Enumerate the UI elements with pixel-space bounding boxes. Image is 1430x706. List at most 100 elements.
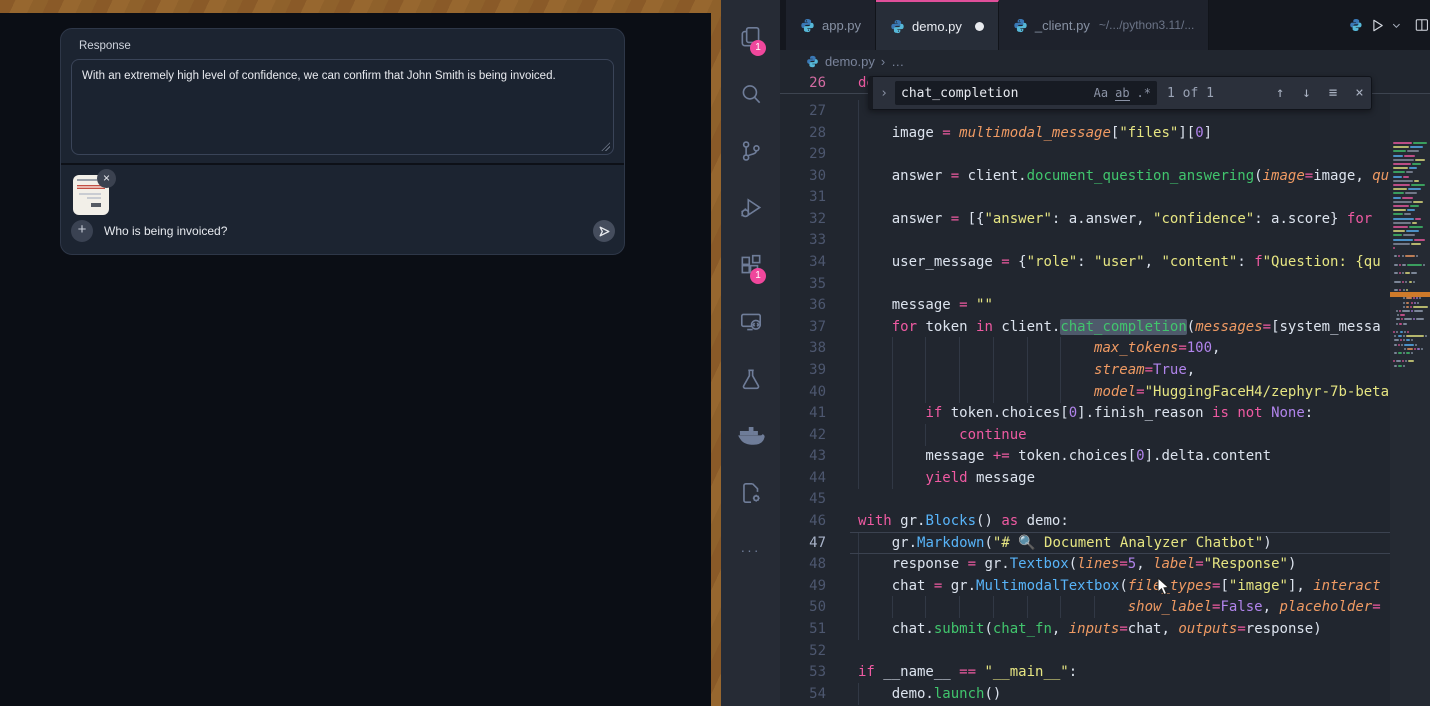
code-line[interactable]: 52 [780, 640, 1430, 662]
code-line[interactable]: 49 chat = gr.MultimodalTextbox(file_type… [780, 575, 1430, 597]
line-number[interactable]: 39 [780, 359, 826, 381]
line-number[interactable]: 51 [780, 618, 826, 640]
line-number[interactable]: 53 [780, 661, 826, 683]
sidebar-item-extensions[interactable]: 1 [721, 236, 780, 293]
code-line[interactable]: 43 message += token.choices[0].delta.con… [780, 445, 1430, 467]
code-line[interactable]: 38 max_tokens=100, [780, 337, 1430, 359]
sidebar-item-docker[interactable] [721, 407, 780, 464]
line-number[interactable]: 31 [780, 186, 826, 208]
line-number[interactable]: 50 [780, 596, 826, 618]
line-number[interactable]: 27 [780, 100, 826, 122]
account-button[interactable] [721, 682, 780, 706]
minimap[interactable] [1390, 72, 1430, 706]
line-number[interactable]: 36 [780, 294, 826, 316]
code-line[interactable]: 48 response = gr.Textbox(lines=5, label=… [780, 553, 1430, 575]
line-number[interactable]: 30 [780, 165, 826, 187]
minimap-line [1413, 297, 1415, 299]
tab-demo-py[interactable]: demo.py [876, 0, 999, 50]
code-token: : [1069, 664, 1077, 680]
find-next-button[interactable]: ↓ [1302, 85, 1310, 101]
find-input[interactable]: chat_completion Aa ab .* [895, 81, 1157, 105]
code-line[interactable]: 42 continue [780, 424, 1430, 446]
code-editor[interactable]: 26def › chat_completion Aa ab .* 1 of 1 … [780, 72, 1430, 706]
code-line[interactable]: 40 model="HuggingFaceH4/zephyr-7b-beta [780, 381, 1430, 403]
chat-input[interactable]: Who is being invoiced? [104, 224, 227, 238]
code-line[interactable]: 46with gr.Blocks() as demo: [780, 510, 1430, 532]
minimap-line [1404, 213, 1411, 215]
code-line[interactable]: 41 if token.choices[0].finish_reason is … [780, 402, 1430, 424]
code-line[interactable]: 39 stream=True, [780, 359, 1430, 381]
line-number[interactable]: 34 [780, 251, 826, 273]
code-line[interactable]: 37 for token in client.chat_completion(m… [780, 316, 1430, 338]
remove-attachment-button[interactable]: × [97, 169, 116, 188]
code-line[interactable]: 31 [780, 186, 1430, 208]
run-button[interactable] [1369, 17, 1386, 34]
minimap-line [1403, 323, 1407, 325]
sidebar-item-explorer[interactable]: 1 [721, 8, 780, 65]
code-line[interactable]: 51 chat.submit(chat_fn, inputs=chat, out… [780, 618, 1430, 640]
tab-client-py[interactable]: _client.py ~/.../python3.11/... [999, 0, 1209, 50]
split-editor-button[interactable] [1414, 17, 1430, 33]
sidebar-item-testing[interactable] [721, 350, 780, 407]
sidebar-item-make-tools[interactable] [721, 464, 780, 521]
send-button[interactable] [593, 220, 615, 242]
line-number[interactable]: 47 [780, 532, 826, 554]
code-line[interactable]: 33 [780, 229, 1430, 251]
find-expand-chevron-icon[interactable]: › [873, 86, 895, 101]
line-number[interactable]: 52 [780, 640, 826, 662]
line-number[interactable]: 26 [780, 72, 826, 94]
match-case-button[interactable]: Aa [1094, 86, 1108, 100]
line-number[interactable]: 28 [780, 122, 826, 144]
breadcrumb[interactable]: demo.py › … [780, 50, 1430, 72]
regex-button[interactable]: .* [1137, 86, 1151, 100]
whole-word-button[interactable]: ab [1115, 86, 1129, 101]
response-textarea[interactable]: With an extremely high level of confiden… [71, 59, 614, 155]
line-number[interactable]: 48 [780, 553, 826, 575]
line-number[interactable]: 41 [780, 402, 826, 424]
line-number[interactable]: 38 [780, 337, 826, 359]
code-line[interactable]: 32 answer = [{"answer": a.answer, "confi… [780, 208, 1430, 230]
code-line[interactable]: 50 show_label=False, placeholder= [780, 596, 1430, 618]
code-line[interactable]: 44 yield message [780, 467, 1430, 489]
code-line[interactable]: 35 [780, 273, 1430, 295]
code-line[interactable]: 34 user_message = {"role": "user", "cont… [780, 251, 1430, 273]
code-line[interactable]: 54 demo.launch() [780, 683, 1430, 705]
run-dropdown-chevron-icon[interactable] [1391, 20, 1402, 31]
code-line[interactable]: 30 answer = client.document_question_ans… [780, 165, 1430, 187]
add-file-button[interactable]: + [71, 220, 93, 242]
line-number[interactable]: 44 [780, 467, 826, 489]
line-number[interactable]: 29 [780, 143, 826, 165]
code-text: for token in client.chat_completion(mess… [858, 316, 1381, 338]
resize-handle-icon[interactable] [601, 142, 610, 151]
find-previous-button[interactable]: ↑ [1276, 85, 1284, 101]
line-number[interactable]: 54 [780, 683, 826, 705]
code-line[interactable]: 47 gr.Markdown("# 🔍 Document Analyzer Ch… [780, 532, 1430, 554]
code-line[interactable]: 53if __name__ == "__main__": [780, 661, 1430, 683]
line-number[interactable]: 37 [780, 316, 826, 338]
line-number[interactable]: 33 [780, 229, 826, 251]
code-text: user_message = {"role": "user", "content… [858, 251, 1381, 273]
code-line[interactable]: 45 [780, 488, 1430, 510]
sidebar-item-source-control[interactable] [721, 122, 780, 179]
find-in-selection-button[interactable]: ≡ [1329, 85, 1337, 101]
line-number[interactable]: 49 [780, 575, 826, 597]
code-line[interactable]: 36 message = "" [780, 294, 1430, 316]
line-number[interactable]: 42 [780, 424, 826, 446]
more-views-button[interactable]: ··· [721, 521, 780, 578]
sidebar-item-run-debug[interactable] [721, 179, 780, 236]
breadcrumb-more[interactable]: … [891, 54, 904, 69]
sidebar-item-search[interactable] [721, 65, 780, 122]
line-number[interactable]: 35 [780, 273, 826, 295]
tab-app-py[interactable]: app.py [786, 0, 876, 50]
modified-dot-icon[interactable] [975, 22, 984, 31]
line-number[interactable]: 43 [780, 445, 826, 467]
line-number[interactable]: 32 [780, 208, 826, 230]
line-number[interactable]: 46 [780, 510, 826, 532]
code-line[interactable]: 29 [780, 143, 1430, 165]
breadcrumb-file[interactable]: demo.py [825, 54, 875, 69]
sidebar-item-remote-explorer[interactable] [721, 293, 780, 350]
line-number[interactable]: 40 [780, 381, 826, 403]
code-line[interactable]: 28 image = multimodal_message["files"][0… [780, 122, 1430, 144]
find-close-button[interactable]: × [1355, 85, 1363, 101]
line-number[interactable]: 45 [780, 488, 826, 510]
